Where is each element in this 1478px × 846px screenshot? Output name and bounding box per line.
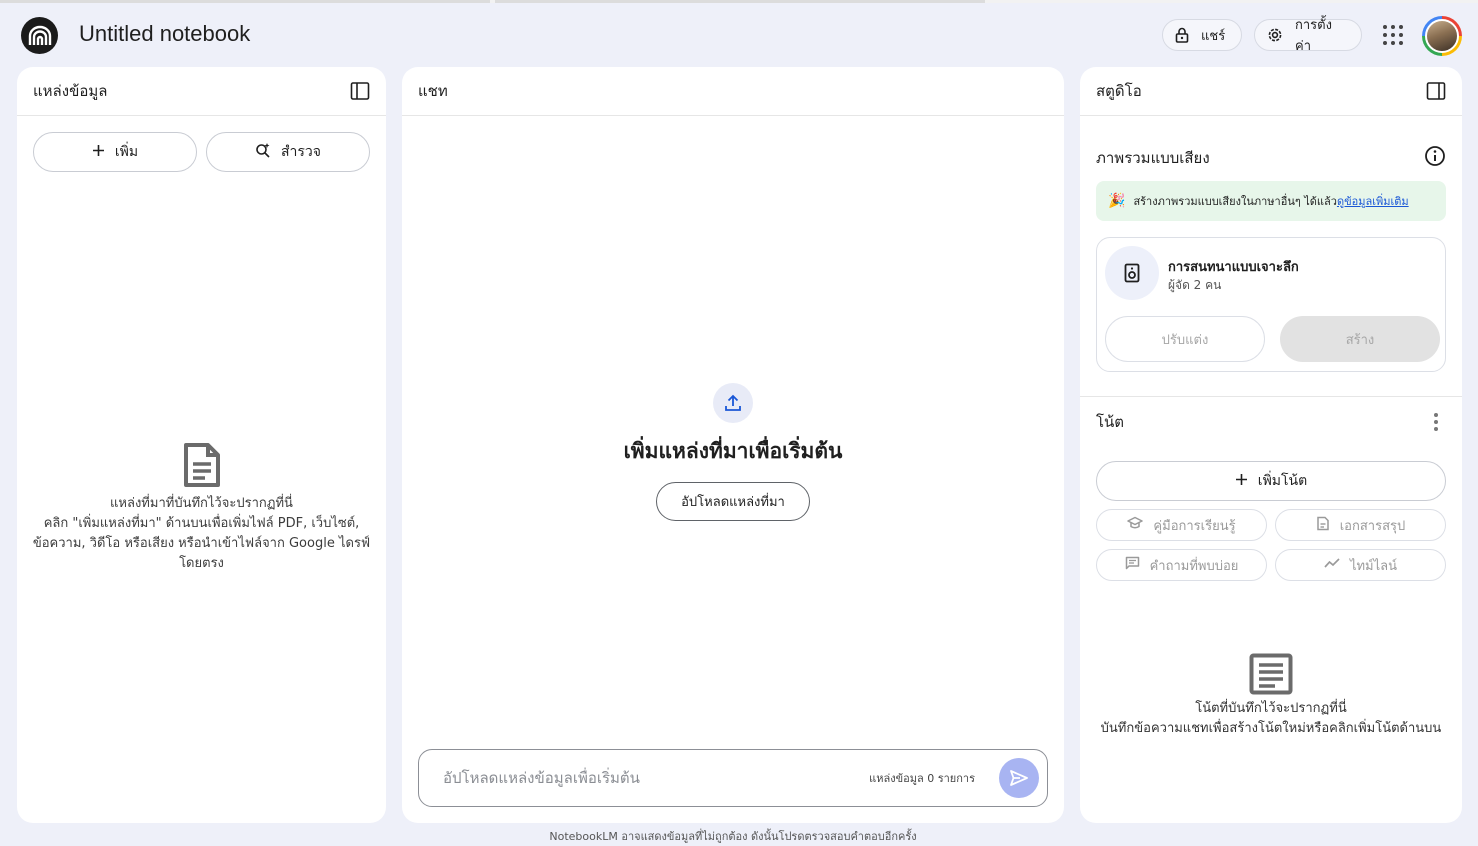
language-banner: 🎉 สร้างภาพรวมแบบเสียงในภาษาอื่นๆ ได้แล้ว… <box>1096 181 1446 221</box>
more-options-icon[interactable] <box>1426 409 1446 435</box>
notebooklm-logo-icon <box>28 25 51 45</box>
collapse-panel-icon[interactable] <box>1426 81 1446 101</box>
add-source-label: เพิ่ม <box>114 144 139 160</box>
disclaimer-footer: NotebookLM อาจแสดงข้อมูลที่ไม่ถูกต้อง ดั… <box>549 830 917 843</box>
avatar[interactable] <box>1422 16 1462 56</box>
card-subtitle: ผู้จัด 2 คน <box>1168 278 1222 292</box>
deep-dive-card: การสนทนาแบบเจาะลึก ผู้จัด 2 คน ปรับแต่ง … <box>1096 237 1446 372</box>
share-button[interactable]: แชร์ <box>1162 19 1242 51</box>
send-icon <box>1010 770 1028 786</box>
add-note-label: เพิ่มโน้ต <box>1257 473 1308 489</box>
notebook-title[interactable]: Untitled notebook <box>79 21 250 47</box>
share-label: แชร์ <box>1201 28 1226 44</box>
chat-panel: แชท เพิ่มแหล่งที่มาเพื่อเริ่มต้น อัปโหลด… <box>402 67 1064 823</box>
settings-label: การตั้งค่า <box>1295 18 1332 54</box>
chat-title: แชท <box>418 82 448 100</box>
upload-source-button[interactable]: อัปโหลดแหล่งที่มา <box>656 482 810 521</box>
graduation-cap-icon <box>1127 516 1144 534</box>
studio-panel: สตูดิโอ ภาพรวมแบบเสียง 🎉 สร้างภาพรวมแบบเ… <box>1080 67 1462 823</box>
add-source-button[interactable]: เพิ่ม <box>33 132 197 172</box>
collapse-panel-icon[interactable] <box>350 81 370 101</box>
explore-label: สำรวจ <box>281 144 321 160</box>
send-button[interactable] <box>999 758 1039 798</box>
sources-empty-description: คลิก "เพิ่มแหล่งที่มา" ด้านบนเพื่อเพิ่มไ… <box>32 516 371 571</box>
settings-button[interactable]: การตั้งค่า <box>1254 18 1362 54</box>
upload-icon <box>713 383 753 423</box>
document-sparkle-icon <box>1316 516 1330 535</box>
search-sparkle-icon <box>255 142 271 162</box>
note-icon <box>1080 653 1462 695</box>
studio-title: สตูดิโอ <box>1096 82 1142 100</box>
faq-button[interactable]: คำถามที่พบบ่อย <box>1096 549 1267 581</box>
apps-grid-icon[interactable] <box>1383 25 1403 45</box>
document-icon <box>27 442 376 488</box>
chat-input-placeholder: อัปโหลดแหล่งข้อมูลเพื่อเริ่มต้น <box>443 769 640 787</box>
sources-empty-title: แหล่งที่มาที่บันทึกไว้จะปรากฏที่นี่ <box>110 496 293 511</box>
briefing-doc-label: เอกสารสรุป <box>1339 518 1406 534</box>
notes-empty-description: บันทึกข้อความแชทเพื่อสร้างโน้ตใหม่หรือคล… <box>1100 721 1442 736</box>
notes-title: โน้ต <box>1096 413 1125 431</box>
timeline-button[interactable]: ไทม์ไลน์ <box>1275 549 1446 581</box>
card-title: การสนทนาแบบเจาะลึก <box>1168 260 1299 275</box>
faq-label: คำถามที่พบบ่อย <box>1149 558 1239 574</box>
briefing-doc-button[interactable]: เอกสารสรุป <box>1275 509 1446 541</box>
customize-button[interactable]: ปรับแต่ง <box>1105 316 1265 362</box>
lock-icon <box>1175 27 1189 43</box>
plus-icon <box>1235 473 1248 490</box>
timeline-label: ไทม์ไลน์ <box>1349 558 1398 574</box>
gear-icon <box>1267 27 1283 43</box>
learn-more-link[interactable]: ดูข้อมูลเพิ่มเติม <box>1337 192 1409 210</box>
sources-panel: แหล่งข้อมูล เพิ่ม สำรวจ แหล่งที่มาที่บัน… <box>17 67 386 823</box>
banner-text: สร้างภาพรวมแบบเสียงในภาษาอื่นๆ ได้แล้ว <box>1133 195 1337 208</box>
info-icon[interactable] <box>1424 145 1446 171</box>
study-guide-button[interactable]: คู่มือการเรียนรู้ <box>1096 509 1267 541</box>
notes-empty-title: โน้ตที่บันทึกไว้จะปรากฏที่นี่ <box>1195 701 1347 716</box>
source-count: แหล่งข้อมูล 0 รายการ <box>869 772 975 785</box>
divider <box>1080 396 1462 397</box>
party-popper-icon: 🎉 <box>1108 193 1126 209</box>
audio-overview-title: ภาพรวมแบบเสียง <box>1096 149 1210 167</box>
chat-bubble-icon <box>1125 556 1140 574</box>
sources-title: แหล่งข้อมูล <box>33 82 108 100</box>
speaker-icon <box>1105 246 1159 300</box>
trend-line-icon <box>1324 557 1340 573</box>
plus-icon <box>92 144 105 161</box>
study-guide-label: คู่มือการเรียนรู้ <box>1153 518 1236 534</box>
notes-empty-state: โน้ตที่บันทึกไว้จะปรากฏที่นี่ บันทึกข้อค… <box>1080 653 1462 739</box>
explore-button[interactable]: สำรวจ <box>206 132 370 172</box>
chat-input[interactable]: อัปโหลดแหล่งข้อมูลเพื่อเริ่มต้น แหล่งข้อ… <box>418 749 1048 807</box>
chat-empty-heading: เพิ่มแหล่งที่มาเพื่อเริ่มต้น <box>623 439 843 463</box>
notebooklm-logo[interactable] <box>21 17 58 54</box>
add-note-button[interactable]: เพิ่มโน้ต <box>1096 461 1446 501</box>
sources-empty-state: แหล่งที่มาที่บันทึกไว้จะปรากฏที่นี่ คลิก… <box>27 442 376 574</box>
app-header: Untitled notebook แชร์ การตั้งค่า <box>0 3 1478 65</box>
create-button[interactable]: สร้าง <box>1280 316 1440 362</box>
